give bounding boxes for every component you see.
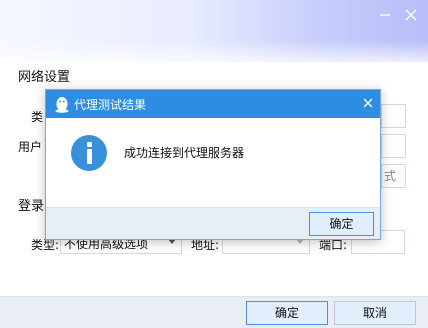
close-icon[interactable] bbox=[402, 6, 420, 24]
dialog-title-bar: 代理测试结果 bbox=[46, 90, 380, 118]
qq-penguin-icon bbox=[54, 95, 70, 113]
dialog-body: 成功连接到代理服务器 bbox=[46, 118, 380, 207]
dialog-message: 成功连接到代理服务器 bbox=[124, 146, 245, 160]
cancel-button[interactable]: 取消 bbox=[334, 301, 416, 325]
network-settings-title: 网络设置 bbox=[18, 70, 71, 85]
test-button[interactable]: 式 bbox=[381, 164, 406, 188]
login-proxy-title: 登录 bbox=[18, 199, 45, 214]
proxy-port-input[interactable] bbox=[381, 104, 406, 128]
dialog-title: 代理测试结果 bbox=[74, 98, 147, 112]
proxy-password-input[interactable] bbox=[381, 134, 406, 158]
dialog-footer: 确定 bbox=[46, 207, 380, 239]
ok-button[interactable]: 确定 bbox=[246, 301, 328, 325]
dialog-ok-button[interactable]: 确定 bbox=[309, 212, 374, 236]
proxy-user-label: 用户 bbox=[18, 140, 43, 154]
proxy-type-label: 类 bbox=[31, 110, 44, 124]
minimize-icon[interactable] bbox=[376, 6, 394, 24]
proxy-test-result-dialog: 代理测试结果 成功连接到代理服务器 确定 bbox=[45, 89, 381, 240]
info-icon bbox=[71, 135, 107, 171]
close-icon[interactable] bbox=[359, 93, 377, 113]
